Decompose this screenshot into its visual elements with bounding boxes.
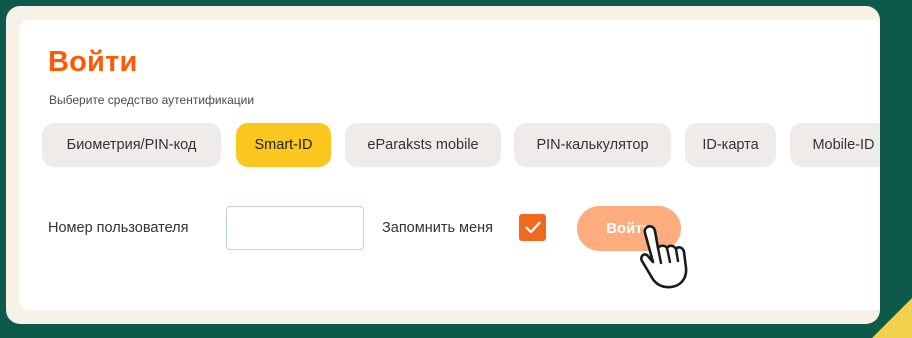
page-subtitle: Выберите средство аутентификации <box>49 93 255 107</box>
user-number-input[interactable] <box>226 206 364 250</box>
tab-eparaksts-mobile[interactable]: eParaksts mobile <box>345 123 501 167</box>
page-title: Войти <box>48 46 138 78</box>
hand-pointer-icon <box>640 225 688 289</box>
user-number-label: Номер пользователя <box>48 220 189 236</box>
tab-smart-id[interactable]: Smart-ID <box>236 123 331 167</box>
remember-me-checkbox[interactable] <box>519 214 546 241</box>
check-icon <box>524 221 541 234</box>
login-card: Войти Выберите средство аутентификации Б… <box>19 20 880 310</box>
remember-me-label: Запомнить меня <box>382 220 493 236</box>
tab-pin-calculator[interactable]: PIN-калькулятор <box>514 123 671 167</box>
login-panel: Войти Выберите средство аутентификации Б… <box>6 6 880 324</box>
tab-biometrics-pin[interactable]: Биометрия/PIN-код <box>42 123 221 167</box>
tab-id-card[interactable]: ID-карта <box>685 123 776 167</box>
tab-mobile-id[interactable]: Mobile-ID <box>790 123 880 167</box>
